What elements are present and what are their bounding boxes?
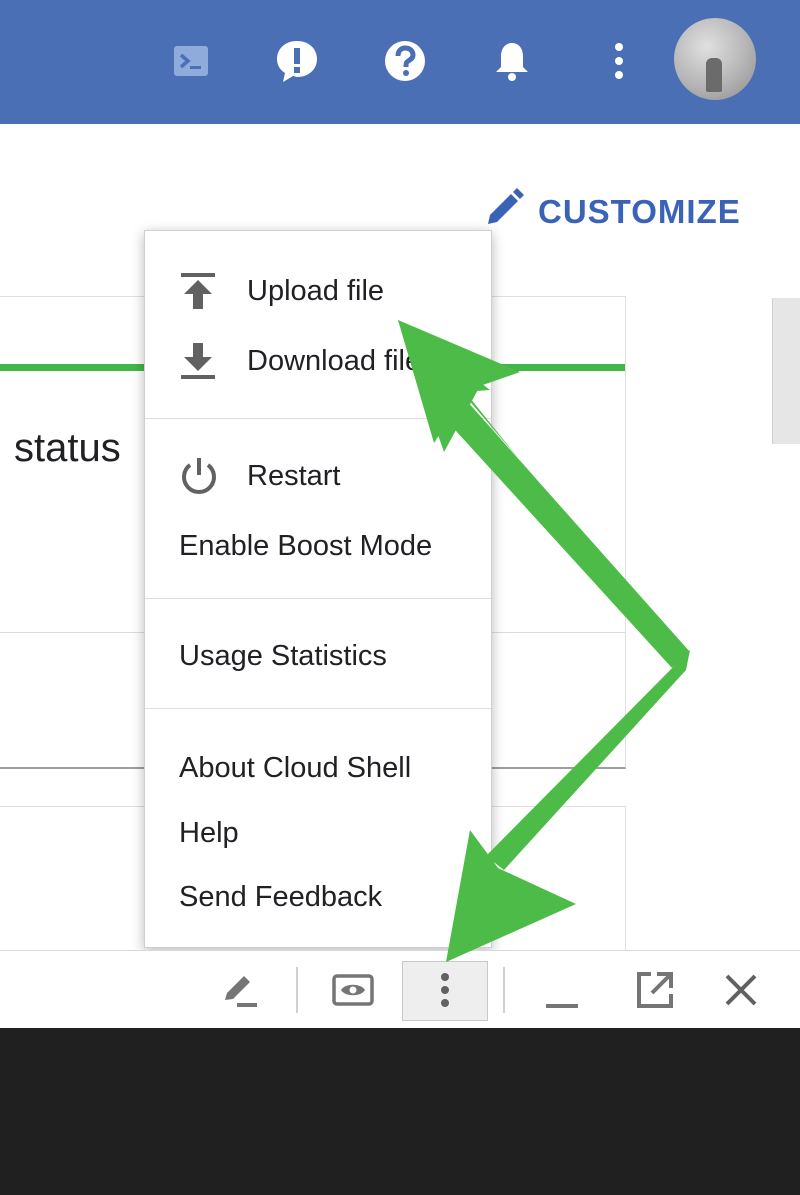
menu-separator xyxy=(145,418,491,419)
menu-item-usage-statistics[interactable]: Usage Statistics xyxy=(179,636,387,676)
menu-item-label: Help xyxy=(179,816,239,849)
menu-item-restart[interactable]: Restart xyxy=(179,456,340,496)
scrollbar[interactable] xyxy=(772,298,800,444)
menu-item-label: Usage Statistics xyxy=(179,639,387,672)
menu-item-download-file[interactable]: Download file xyxy=(179,341,421,381)
pencil-icon xyxy=(484,188,524,236)
menu-item-label: Restart xyxy=(247,459,341,492)
menu-item-label: Download file xyxy=(247,344,422,377)
open-new-window-icon[interactable] xyxy=(630,965,680,1015)
more-vert-icon[interactable] xyxy=(420,965,470,1015)
power-icon xyxy=(179,456,223,496)
menu-item-help[interactable]: Help xyxy=(179,813,239,853)
status-heading: status xyxy=(14,426,121,470)
avatar[interactable] xyxy=(674,18,756,100)
toolbar-separator xyxy=(296,967,298,1013)
menu-item-upload-file[interactable]: Upload file xyxy=(179,271,384,311)
toolbar-separator xyxy=(503,967,505,1013)
close-icon[interactable] xyxy=(716,965,766,1015)
web-preview-icon[interactable] xyxy=(328,965,378,1015)
menu-item-send-feedback[interactable]: Send Feedback xyxy=(179,877,382,917)
customize-button[interactable]: CUSTOMIZE xyxy=(484,188,741,236)
notifications-icon[interactable] xyxy=(487,36,537,86)
cloud-shell-more-menu: Upload file Download file Restart Enable… xyxy=(144,230,492,948)
menu-item-label: Upload file xyxy=(247,274,385,307)
feedback-icon[interactable] xyxy=(272,36,322,86)
customize-label: CUSTOMIZE xyxy=(538,193,741,230)
menu-item-label: Enable Boost Mode xyxy=(179,529,433,562)
upload-icon xyxy=(179,271,223,311)
menu-item-enable-boost-mode[interactable]: Enable Boost Mode xyxy=(179,526,432,566)
menu-item-about-cloud-shell[interactable]: About Cloud Shell xyxy=(179,748,411,788)
menu-separator xyxy=(145,708,491,709)
edit-icon[interactable] xyxy=(214,965,264,1015)
menu-item-label: Send Feedback xyxy=(179,880,383,913)
menu-separator xyxy=(145,598,491,599)
more-vert-icon[interactable] xyxy=(594,36,644,86)
download-icon xyxy=(179,341,223,381)
menu-item-label: About Cloud Shell xyxy=(179,751,412,784)
minimize-icon[interactable] xyxy=(537,965,587,1015)
cloud-shell-icon[interactable] xyxy=(166,36,216,86)
top-app-bar xyxy=(0,0,800,124)
help-icon[interactable] xyxy=(380,36,430,86)
terminal-pane[interactable] xyxy=(0,1028,800,1195)
cloud-shell-toolbar xyxy=(0,950,800,1029)
